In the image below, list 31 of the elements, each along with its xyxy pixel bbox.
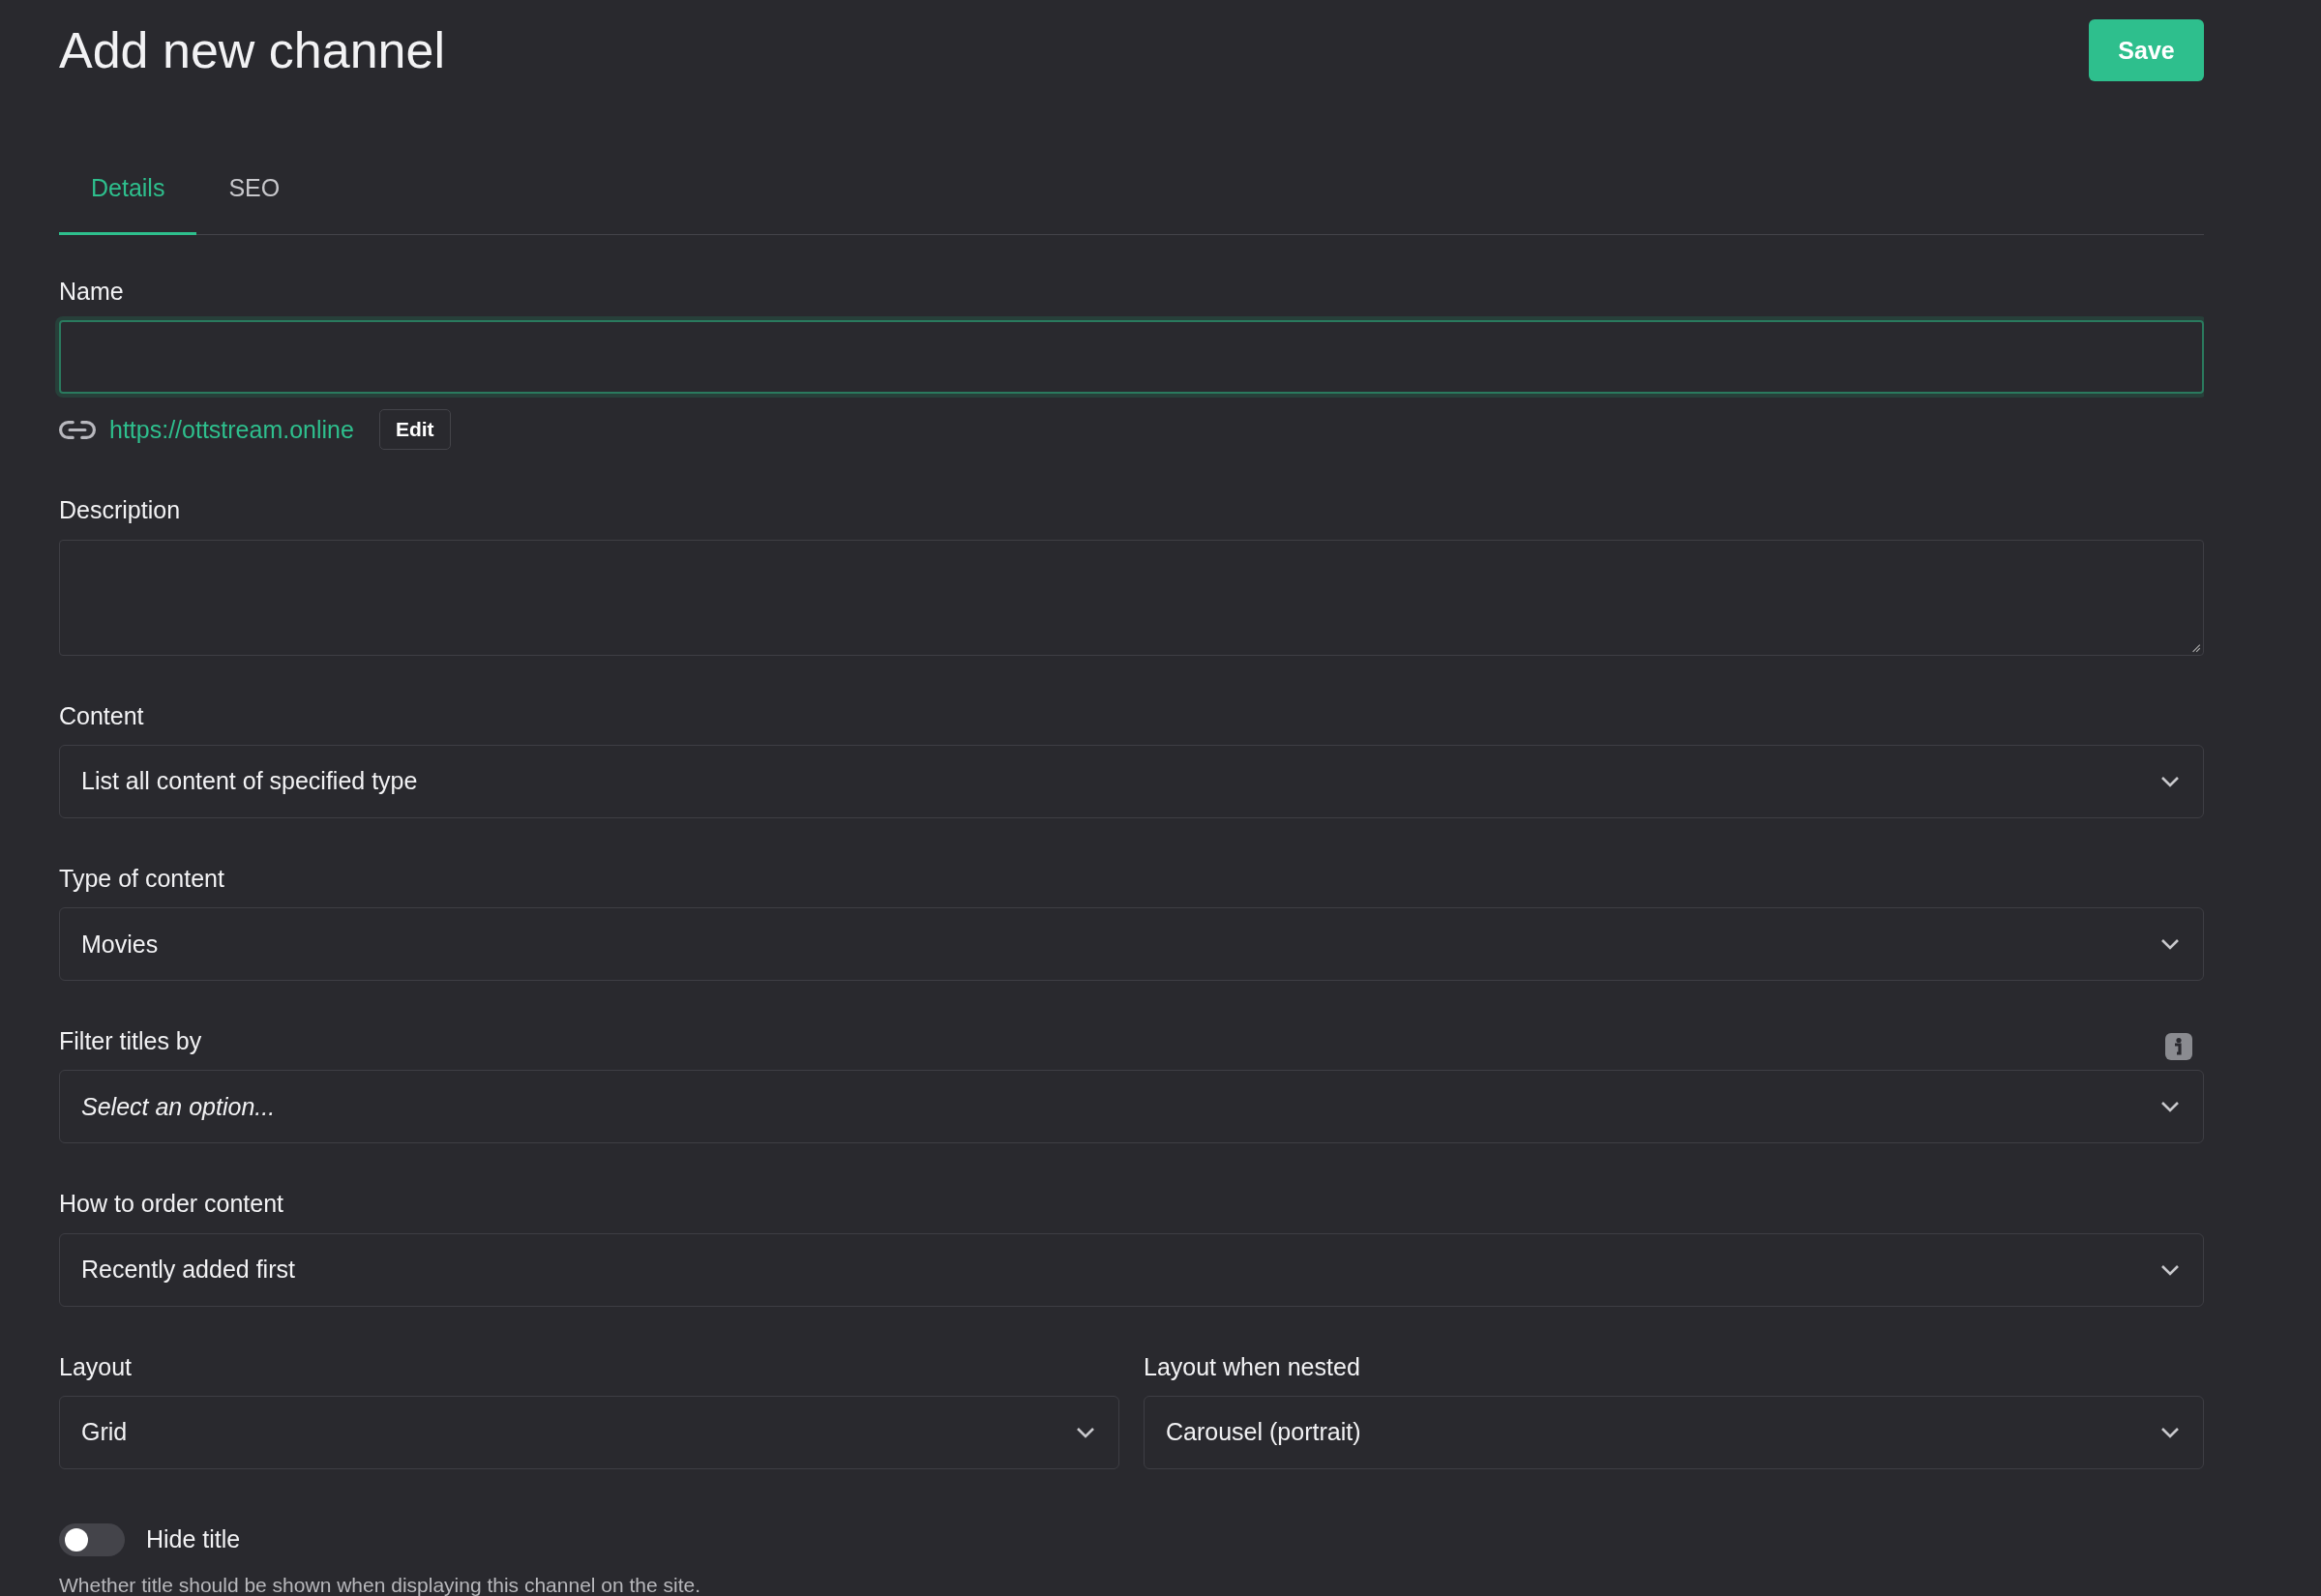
chevron-down-icon: [2160, 1426, 2180, 1438]
field-label: How to order content: [59, 1189, 284, 1220]
field-label: Type of content: [59, 863, 224, 894]
select-dropdown[interactable]: Recently added first: [59, 1232, 2204, 1307]
chevron-down-icon: [2160, 1263, 2180, 1276]
help-text: Whether title should be shown when displaying this channel on the site.: [59, 1573, 702, 1596]
select-dropdown[interactable]: Movies: [59, 907, 2204, 981]
field-label: Filter titles by: [59, 1026, 202, 1056]
select-dropdown[interactable]: List all content of specified type: [59, 744, 2204, 818]
select-dropdown[interactable]: Grid: [59, 1395, 1119, 1469]
tab[interactable]: SEO: [196, 161, 312, 235]
url-link[interactable]: https://ottstream.online: [109, 415, 354, 444]
toggle-switch[interactable]: [59, 1522, 125, 1556]
select-dropdown[interactable]: Carousel (portrait): [1144, 1395, 2204, 1469]
field-label: Name: [59, 277, 125, 307]
select-dropdown[interactable]: Select an option...: [59, 1070, 2204, 1144]
chevron-down-icon: [2160, 775, 2180, 787]
link-icon: [59, 420, 96, 439]
chevron-down-icon: [1076, 1426, 1095, 1438]
toggle-label: Hide title: [146, 1525, 241, 1554]
field-label: Description: [59, 495, 182, 526]
page-title: Add new channel: [59, 21, 445, 80]
field-label: Layout: [59, 1351, 134, 1382]
field-label: Layout when nested: [1144, 1351, 1361, 1382]
tab[interactable]: Details: [59, 161, 197, 235]
edit-button[interactable]: Edit: [378, 409, 451, 451]
info-icon[interactable]: [2165, 1033, 2192, 1061]
textarea-field[interactable]: [59, 539, 2204, 656]
field-label: Content: [59, 700, 144, 731]
chevron-down-icon: [2160, 938, 2180, 950]
chevron-down-icon: [2160, 1101, 2180, 1113]
